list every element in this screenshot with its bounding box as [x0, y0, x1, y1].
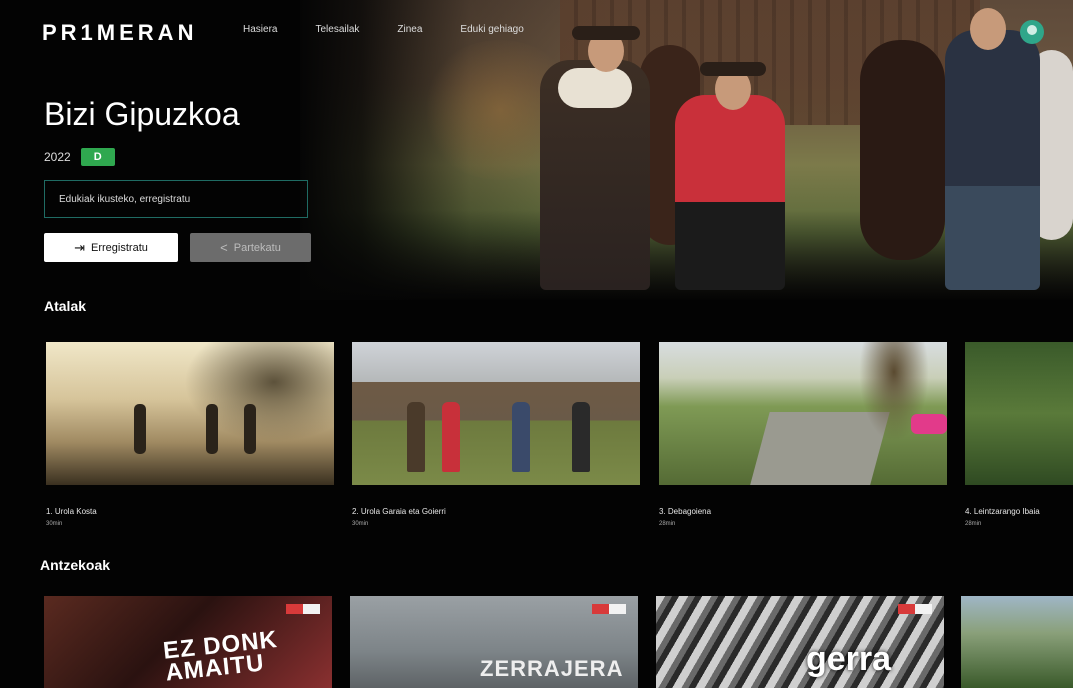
share-icon: < — [220, 240, 228, 255]
nav-item-hasiera[interactable]: Hasiera — [243, 24, 277, 35]
similar-card[interactable]: ZERRAJERA — [350, 596, 638, 688]
release-year: 2022 — [44, 150, 71, 164]
nav-item-eduki-gehiago[interactable]: Eduki gehiago — [460, 24, 523, 35]
episode-duration: 30min — [352, 521, 369, 527]
similar-card[interactable] — [961, 596, 1073, 688]
episode-duration: 28min — [965, 521, 982, 527]
top-header: PR1MERAN Hasiera Telesailak Zinea Eduki … — [0, 0, 1073, 60]
hero-person — [675, 95, 785, 290]
episode-title: 2. Urola Garaia eta Goierri — [352, 507, 446, 516]
register-notice-text: Edukiak ikusteko, erregistratu — [59, 193, 191, 205]
channel-badge — [898, 604, 932, 614]
hero-horse — [860, 40, 945, 260]
episode-title: 1. Urola Kosta — [46, 507, 97, 516]
login-icon: ⇥ — [74, 239, 86, 255]
register-button[interactable]: ⇥ Erregistratu — [44, 233, 178, 262]
similar-card[interactable]: EZ DONK AMAITU — [44, 596, 332, 688]
share-button-label: Partekatu — [233, 241, 281, 254]
register-button-label: Erregistratu — [91, 241, 148, 254]
channel-badge — [592, 604, 626, 614]
episode-card[interactable] — [659, 342, 947, 485]
share-button[interactable]: < Partekatu — [190, 233, 311, 262]
hero-meta: 2022 D — [44, 148, 115, 166]
age-rating-badge: D — [80, 148, 115, 166]
similar-heading: Antzekoak — [40, 557, 111, 573]
nav-item-telesailak[interactable]: Telesailak — [315, 24, 359, 35]
similar-card-title: gerra — [806, 640, 892, 678]
similar-card-title: ZERRAJERA — [480, 656, 624, 681]
hero-hat — [700, 62, 766, 76]
user-avatar-icon[interactable] — [1020, 20, 1044, 44]
channel-badge — [286, 604, 320, 614]
page-title: Bizi Gipuzkoa — [44, 96, 240, 132]
register-notice: Edukiak ikusteko, erregistratu — [44, 180, 308, 218]
page: PR1MERAN Hasiera Telesailak Zinea Eduki … — [0, 0, 1073, 688]
hero-person — [945, 30, 1040, 290]
episodes-heading: Atalak — [44, 298, 87, 314]
episode-title: 4. Leintzarango Ibaia — [965, 507, 1040, 516]
brand-logo[interactable]: PR1MERAN — [42, 20, 197, 46]
episode-card[interactable] — [352, 342, 640, 485]
episode-title: 3. Debagoiena — [659, 507, 712, 516]
similar-card-title: EZ DONK AMAITU — [161, 625, 280, 687]
similar-card[interactable]: gerra — [656, 596, 944, 688]
episode-duration: 28min — [659, 521, 676, 527]
hero-person — [540, 60, 650, 290]
main-nav: Hasiera Telesailak Zinea Eduki gehiago — [243, 24, 524, 35]
nav-item-zinea[interactable]: Zinea — [397, 24, 422, 35]
episode-duration: 30min — [46, 521, 63, 527]
episode-card[interactable] — [965, 342, 1073, 485]
episode-card[interactable] — [46, 342, 334, 485]
